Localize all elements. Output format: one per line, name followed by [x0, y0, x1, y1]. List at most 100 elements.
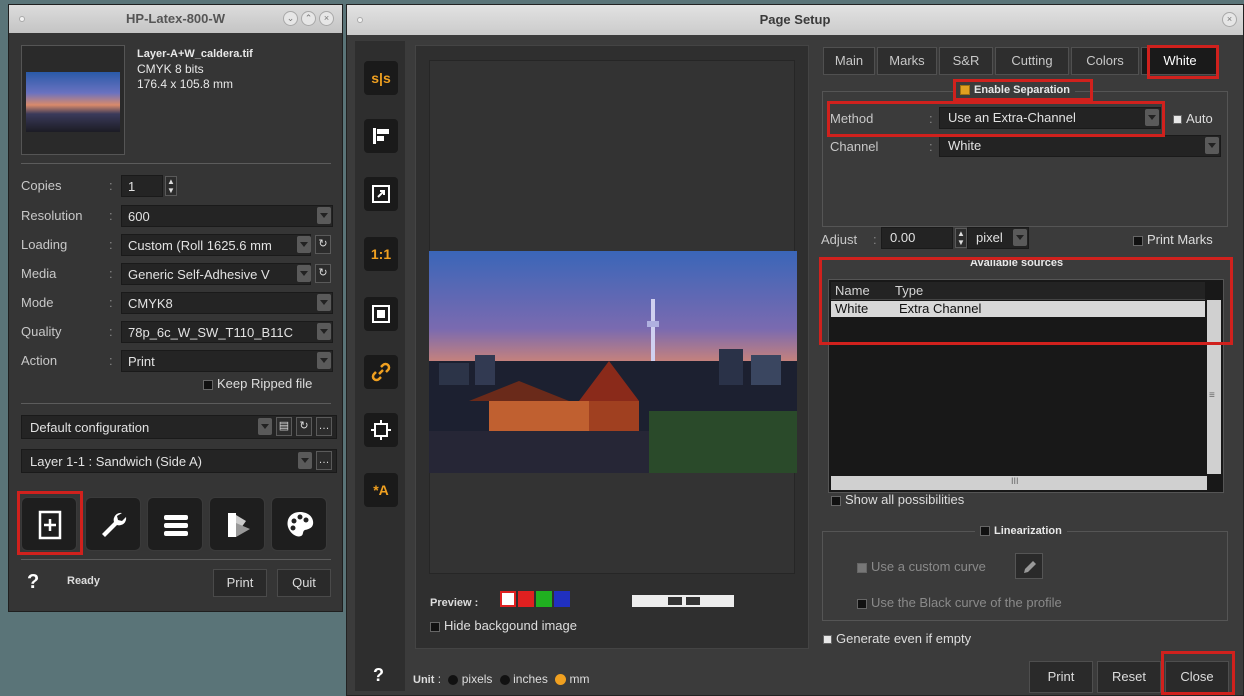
- link-icon[interactable]: [364, 355, 398, 389]
- show-all-checkbox[interactable]: Show all possibilities: [831, 492, 964, 507]
- tab-white[interactable]: White: [1141, 47, 1219, 75]
- tab-sr[interactable]: S&R: [939, 47, 993, 75]
- swap-icon[interactable]: s|s: [364, 61, 398, 95]
- custom-curve-checkbox[interactable]: Use a custom curve: [857, 559, 986, 574]
- auto-checkbox[interactable]: Auto: [1173, 111, 1213, 126]
- copies-input[interactable]: 1: [121, 175, 163, 197]
- action-select[interactable]: Print: [121, 350, 333, 372]
- window-menu-icon[interactable]: [357, 17, 363, 23]
- auto-icon[interactable]: *A: [364, 473, 398, 507]
- adjust-stepper-icon[interactable]: ▲ ▼: [955, 228, 967, 248]
- refresh-icon[interactable]: ↻: [315, 264, 331, 283]
- tab-main[interactable]: Main: [823, 47, 875, 75]
- checkbox-icon[interactable]: [203, 379, 213, 390]
- print-button[interactable]: Print: [213, 569, 267, 597]
- quality-select[interactable]: 78p_6c_W_SW_T110_B11C: [121, 321, 333, 343]
- preview-toggle-bar[interactable]: [632, 595, 734, 607]
- mode-select[interactable]: CMYK8: [121, 292, 333, 314]
- new-job-button[interactable]: [21, 497, 77, 551]
- more-icon[interactable]: …: [316, 451, 332, 470]
- checkbox-icon[interactable]: [1173, 115, 1182, 125]
- chevron-down-icon[interactable]: [317, 323, 331, 340]
- tab-marks[interactable]: Marks: [877, 47, 937, 75]
- black-curve-checkbox[interactable]: Use the Black curve of the profile: [857, 595, 1062, 610]
- refresh-icon[interactable]: ↻: [296, 417, 312, 436]
- column-type-header[interactable]: Type: [895, 283, 923, 298]
- export-icon[interactable]: [364, 177, 398, 211]
- layer-select[interactable]: Layer 1-1 : Sandwich (Side A) …: [21, 449, 337, 473]
- chevron-down-icon[interactable]: [317, 294, 331, 311]
- checkbox-icon[interactable]: [857, 598, 867, 609]
- color-swatch-button[interactable]: [209, 497, 265, 551]
- checkbox-icon[interactable]: [823, 635, 832, 645]
- checkbox-icon[interactable]: [980, 526, 990, 537]
- help-icon[interactable]: ?: [27, 571, 39, 594]
- checkbox-icon[interactable]: [430, 621, 440, 632]
- configuration-select[interactable]: Default configuration ▤ ↻ …: [21, 415, 337, 439]
- checkbox-icon[interactable]: [960, 85, 970, 96]
- minimize-icon[interactable]: ⌄: [283, 11, 298, 26]
- queue-button[interactable]: [147, 497, 203, 551]
- hide-background-checkbox[interactable]: Hide backgound image: [430, 618, 577, 633]
- enable-separation-checkbox[interactable]: Enable Separation: [955, 84, 1075, 96]
- chevron-down-icon[interactable]: [317, 207, 331, 224]
- chevron-down-icon[interactable]: [258, 418, 272, 435]
- tools-button[interactable]: [85, 497, 141, 551]
- checkbox-icon[interactable]: [1133, 235, 1143, 246]
- actual-size-icon[interactable]: 1:1: [364, 237, 398, 271]
- align-icon[interactable]: [364, 119, 398, 153]
- chevron-down-icon[interactable]: [1145, 109, 1159, 126]
- method-select[interactable]: Use an Extra-Channel: [939, 107, 1161, 129]
- radio-pixels[interactable]: [448, 674, 459, 685]
- tab-colors[interactable]: Colors: [1071, 47, 1139, 75]
- chevron-down-icon[interactable]: [1205, 137, 1219, 154]
- loading-select[interactable]: Custom (Roll 1625.6 mm: [121, 234, 311, 256]
- radio-inches[interactable]: [499, 674, 510, 685]
- swatch-white[interactable]: [500, 591, 516, 607]
- print-marks-checkbox[interactable]: Print Marks: [1133, 232, 1213, 247]
- checkbox-icon[interactable]: [831, 495, 841, 506]
- palette-button[interactable]: [271, 497, 327, 551]
- linearization-checkbox[interactable]: Linearization: [975, 525, 1067, 537]
- copies-stepper-icon[interactable]: ▲ ▼: [165, 176, 177, 196]
- chevron-down-icon[interactable]: [297, 265, 311, 282]
- reset-button[interactable]: Reset: [1097, 661, 1161, 693]
- close-icon[interactable]: ×: [319, 11, 334, 26]
- help-icon[interactable]: ?: [373, 665, 384, 686]
- chevron-down-icon[interactable]: [297, 236, 311, 253]
- vertical-scrollbar[interactable]: ≡: [1207, 300, 1221, 474]
- channel-select[interactable]: White: [939, 135, 1221, 157]
- quit-button[interactable]: Quit: [277, 569, 331, 597]
- swatch-red[interactable]: [518, 591, 534, 607]
- save-icon[interactable]: ▤: [276, 417, 292, 436]
- refresh-icon[interactable]: ↻: [315, 235, 331, 254]
- checkbox-icon[interactable]: [857, 562, 867, 573]
- swatch-green[interactable]: [536, 591, 552, 607]
- maximize-icon[interactable]: ⌃: [301, 11, 316, 26]
- tab-cutting[interactable]: Cutting: [995, 47, 1069, 75]
- window-menu-icon[interactable]: [19, 16, 25, 22]
- center-icon[interactable]: [364, 413, 398, 447]
- media-select[interactable]: Generic Self-Adhesive V: [121, 263, 311, 285]
- more-icon[interactable]: …: [316, 417, 332, 436]
- column-name-header[interactable]: Name: [835, 283, 870, 298]
- action-row: Action : Print: [21, 350, 333, 372]
- keep-ripped-checkbox[interactable]: Keep Ripped file: [203, 376, 312, 391]
- chevron-down-icon[interactable]: [1013, 229, 1027, 246]
- adjust-input[interactable]: 0.00: [881, 227, 953, 249]
- quality-row: Quality : 78p_6c_W_SW_T110_B11C: [21, 321, 333, 343]
- print-button[interactable]: Print: [1029, 661, 1093, 693]
- horizontal-scrollbar[interactable]: III: [831, 476, 1207, 490]
- fit-page-icon[interactable]: [364, 297, 398, 331]
- radio-mm[interactable]: [555, 674, 567, 686]
- resolution-select[interactable]: 600: [121, 205, 333, 227]
- swatch-blue[interactable]: [554, 591, 570, 607]
- generate-empty-checkbox[interactable]: Generate even if empty: [823, 631, 971, 646]
- chevron-down-icon[interactable]: [317, 352, 331, 369]
- table-row[interactable]: White Extra Channel: [831, 301, 1205, 317]
- close-button[interactable]: Close: [1165, 661, 1229, 693]
- chevron-down-icon[interactable]: [298, 452, 312, 469]
- method-label: Method: [830, 111, 874, 126]
- edit-curve-button[interactable]: [1015, 553, 1043, 579]
- close-icon[interactable]: ×: [1222, 12, 1237, 27]
